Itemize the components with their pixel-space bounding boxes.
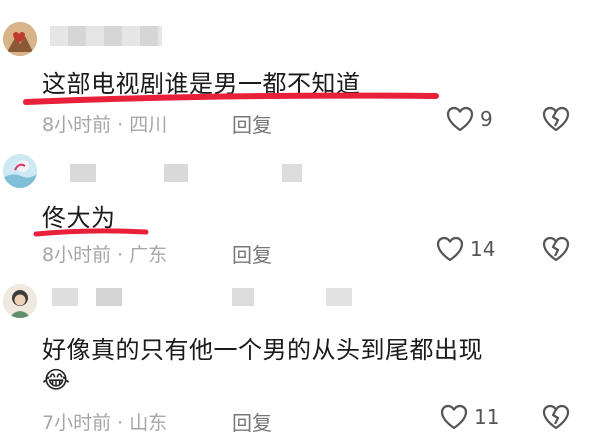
meta-separator: · [117,412,124,434]
comment-time: 7小时前 [42,412,112,434]
comment-time: 8小时前 [42,114,112,136]
reply-button[interactable]: 回复 [232,239,272,268]
like-button[interactable]: 9 [446,106,493,132]
username-redacted [232,288,254,306]
broken-heart-dislike-icon [542,236,570,262]
username-redacted [326,288,352,306]
dislike-button[interactable] [542,404,570,434]
broken-heart-dislike-icon [542,106,570,132]
comment-time: 8小时前 [42,244,112,266]
red-underline-annotation [23,92,439,105]
comment-location: 四川 [129,114,168,136]
username-redacted [52,288,78,306]
like-count: 9 [480,107,493,131]
username-redacted [282,164,302,182]
like-count: 14 [470,237,496,261]
meta-separator: · [117,114,124,136]
heart-outline-icon [436,236,464,262]
username-redacted [70,164,96,182]
comment-meta: 8小时前 · 广东 [42,240,167,267]
comment-2: 佟大为 8小时前 · 广东 回复 14 [0,150,600,280]
comment-location: 山东 [129,412,168,434]
laughing-emoji: 😂 [42,366,71,394]
reply-button[interactable]: 回复 [232,109,272,138]
like-count: 11 [474,405,500,429]
broken-heart-dislike-icon [542,404,570,430]
comment-1: 这部电视剧谁是男一都不知道 8小时前 · 四川 回复 9 [0,0,600,150]
username-redacted [164,164,188,182]
avatar-image [3,22,37,56]
username-redacted [50,26,162,46]
avatar[interactable] [3,22,37,56]
avatar[interactable] [3,154,37,188]
like-button[interactable]: 11 [440,404,499,430]
avatar[interactable] [3,284,37,318]
heart-outline-icon [440,404,468,430]
comment-3: 好像真的只有他一个男的从头到尾都出现 😂 7小时前 · 山东 回复 11 [0,280,600,435]
reply-button[interactable]: 回复 [232,407,272,436]
username-redacted [96,288,122,306]
heart-outline-icon [446,106,474,132]
dislike-button[interactable] [542,106,570,136]
like-button[interactable]: 14 [436,236,495,262]
comment-location: 广东 [129,244,168,266]
avatar-image [3,284,37,318]
avatar-image [3,154,37,188]
dislike-button[interactable] [542,236,570,266]
comment-meta: 7小时前 · 山东 [42,408,167,435]
comment-text: 好像真的只有他一个男的从头到尾都出现 [42,336,483,364]
meta-separator: · [117,244,124,266]
comment-meta: 8小时前 · 四川 [42,110,167,137]
